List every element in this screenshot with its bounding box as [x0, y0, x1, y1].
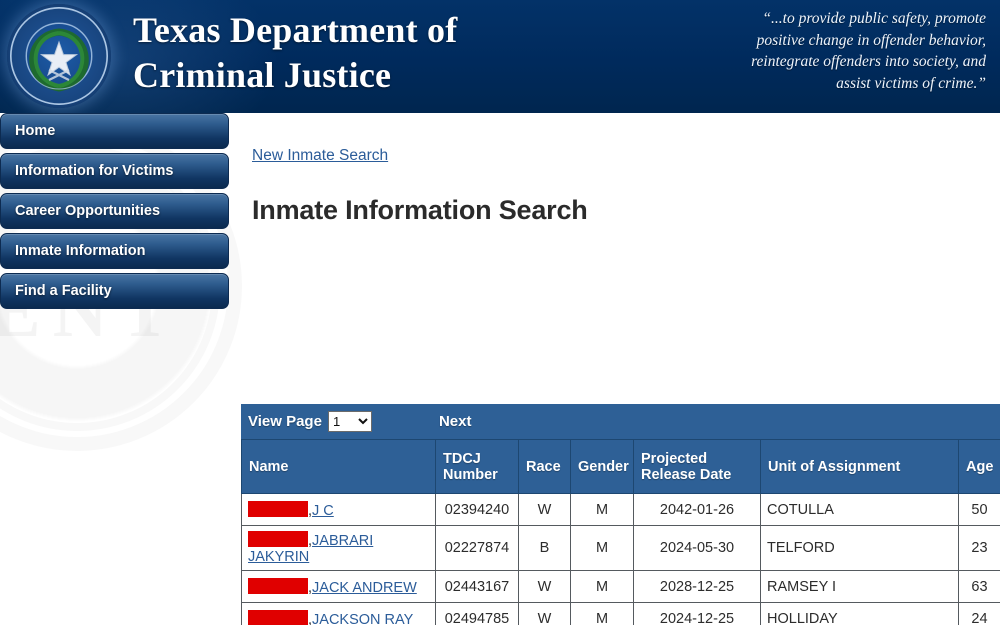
cell-race: B: [518, 525, 571, 571]
cell-tdcj-number: 02394240: [435, 493, 519, 526]
redaction-block: [248, 500, 308, 517]
sidebar-item-label: Career Opportunities: [15, 203, 161, 219]
cell-projected-release-date: 2042-01-26: [633, 493, 761, 526]
redaction-block: [248, 609, 308, 625]
page-title: Inmate Information Search: [252, 195, 588, 225]
sidebar-item-label: Home: [15, 123, 56, 139]
column-header-unit-of-assignment[interactable]: Unit of Assignment: [760, 439, 959, 494]
sidebar-item-label: Find a Facility: [15, 283, 112, 299]
inmate-name-link[interactable]: JACK ANDREW: [312, 580, 417, 596]
column-header-gender[interactable]: Gender: [570, 439, 634, 494]
table-header-row: Name TDCJ Number Race Gender Projected R…: [241, 439, 1000, 494]
inmate-results-body: ,J C 02394240 W M 2042-01-26 COTULLA 50 ,JABRAR…: [241, 493, 1000, 625]
page-select[interactable]: 1: [327, 411, 372, 432]
tagline-line-2: positive change in offender behavior,: [756, 31, 986, 49]
cell-projected-release-date: 2028-12-25: [633, 570, 761, 603]
main-content: New Inmate Search Inmate Information Sea…: [241, 113, 1000, 625]
cell-age: 24: [958, 602, 1000, 625]
next-page-link[interactable]: Next: [439, 413, 472, 430]
results-toolbar: View Page 1 Next: [241, 404, 1000, 439]
cell-race: W: [518, 493, 571, 526]
cell-age: 23: [958, 525, 1000, 571]
cell-tdcj-number: 02443167: [435, 570, 519, 603]
sidebar-item-inmate-information[interactable]: Inmate Information: [0, 233, 229, 269]
cell-gender: M: [570, 525, 634, 571]
inmate-name-link[interactable]: JACKSON RAY: [312, 612, 413, 625]
cell-age: 50: [958, 493, 1000, 526]
cell-gender: M: [570, 493, 634, 526]
sidebar-item-home[interactable]: Home: [0, 113, 229, 149]
sidebar-item-label: Inmate Information: [15, 243, 146, 259]
cell-unit-of-assignment: RAMSEY I: [760, 570, 959, 603]
tagline-line-4: assist victims of crime.”: [836, 74, 986, 92]
inmate-name-link[interactable]: J C: [312, 503, 334, 519]
header-title-line-1: Texas Department of: [133, 10, 458, 50]
cell-projected-release-date: 2024-05-30: [633, 525, 761, 571]
cell-race: W: [518, 570, 571, 603]
column-header-tdcj-number[interactable]: TDCJ Number: [435, 439, 519, 494]
new-inmate-search-link[interactable]: New Inmate Search: [252, 147, 388, 165]
cell-tdcj-number: 02494785: [435, 602, 519, 625]
table-row: ,JACKSON RAY 02494785 W M 2024-12-25 HOLLIDAY…: [241, 602, 1000, 625]
page-title-header: Texas Department of Criminal Justice: [133, 8, 457, 98]
sidebar-item-information-for-victims[interactable]: Information for Victims: [0, 153, 229, 189]
view-page-label: View Page: [248, 413, 322, 430]
cell-race: W: [518, 602, 571, 625]
table-row: ,J C 02394240 W M 2042-01-26 COTULLA 50: [241, 493, 1000, 526]
cell-name: ,JACK ANDREW: [241, 570, 436, 603]
sidebar-item-find-a-facility[interactable]: Find a Facility: [0, 273, 229, 309]
cell-unit-of-assignment: COTULLA: [760, 493, 959, 526]
sidebar-item-career-opportunities[interactable]: Career Opportunities: [0, 193, 229, 229]
cell-projected-release-date: 2024-12-25: [633, 602, 761, 625]
cell-unit-of-assignment: HOLLIDAY: [760, 602, 959, 625]
sidebar-navigation: Home Information for Victims Career Oppo…: [0, 113, 229, 313]
redaction-block: [248, 577, 308, 594]
column-header-name[interactable]: Name: [241, 439, 436, 494]
page-body: ENT Home Information for Victims Career …: [0, 113, 1000, 625]
cell-name: ,J C: [241, 493, 436, 526]
tagline-line-1: “...to provide public safety, promote: [762, 10, 986, 27]
column-header-age[interactable]: Age: [958, 439, 1000, 494]
tagline-line-3: reintegrate offenders into society, and: [751, 53, 986, 70]
sidebar-item-label: Information for Victims: [15, 163, 174, 179]
table-row: ,JACK ANDREW 02443167 W M 2028-12-25 RAMSEY I…: [241, 570, 1000, 603]
inmate-results-table: Name TDCJ Number Race Gender Projected R…: [241, 439, 1000, 625]
cell-age: 63: [958, 570, 1000, 603]
redaction-block: [248, 531, 308, 547]
site-header: Texas Department of Criminal Justice “..…: [0, 0, 1000, 113]
cell-tdcj-number: 02227874: [435, 525, 519, 571]
cell-name: ,JACKSON RAY: [241, 602, 436, 625]
table-row: ,JABRARI JAKYRIN 02227874 B M 2024-05-30 TELF…: [241, 525, 1000, 571]
cell-unit-of-assignment: TELFORD: [760, 525, 959, 571]
header-title-line-2: Criminal Justice: [133, 55, 392, 95]
cell-gender: M: [570, 570, 634, 603]
cell-gender: M: [570, 602, 634, 625]
column-header-race[interactable]: Race: [518, 439, 571, 494]
column-header-projected-release-date[interactable]: Projected Release Date: [633, 439, 761, 494]
agency-tagline: “...to provide public safety, promote po…: [696, 8, 986, 94]
cell-name: ,JABRARI JAKYRIN: [241, 525, 436, 571]
tdcj-seal-icon: [7, 4, 111, 108]
